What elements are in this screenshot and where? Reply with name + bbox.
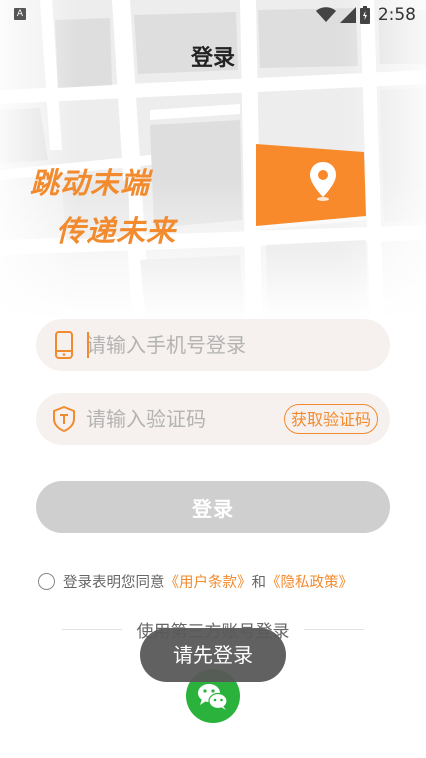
privacy-policy-link[interactable]: 《隐私政策》 <box>266 571 353 592</box>
phone-field[interactable] <box>36 319 390 371</box>
wifi-icon <box>315 7 336 22</box>
verification-code-field[interactable]: 获取验证码 <box>36 393 390 445</box>
shield-icon <box>53 406 75 432</box>
phone-icon <box>55 331 73 359</box>
app-notification-icon: A <box>14 8 26 20</box>
user-terms-link[interactable]: 《用户条款》 <box>165 571 252 592</box>
divider-right <box>304 629 364 630</box>
status-bar: A 2:58 <box>0 0 426 30</box>
verification-code-input[interactable] <box>86 393 276 445</box>
signal-icon <box>339 7 356 23</box>
battery-icon <box>359 6 370 24</box>
location-block-illustration <box>254 144 368 230</box>
slogan-line-2: 传递未来 <box>56 214 177 248</box>
agreement-and: 和 <box>251 574 267 591</box>
slogan-line-1: 跳动末端 <box>30 166 151 200</box>
status-indicators: 2:58 <box>315 4 416 26</box>
agreement-row: 登录表明您同意 《用户条款》 和 《隐私政策》 <box>38 570 353 592</box>
status-time: 2:58 <box>377 5 416 25</box>
login-button[interactable]: 登录 <box>36 481 390 533</box>
agreement-prefix: 登录表明您同意 <box>63 574 165 591</box>
agreement-checkbox[interactable] <box>38 572 55 590</box>
phone-input[interactable] <box>86 319 376 371</box>
get-code-button[interactable]: 获取验证码 <box>283 404 378 434</box>
text-cursor <box>87 332 89 358</box>
toast-message: 请先登录 <box>140 628 286 682</box>
page-title: 登录 <box>190 46 235 71</box>
